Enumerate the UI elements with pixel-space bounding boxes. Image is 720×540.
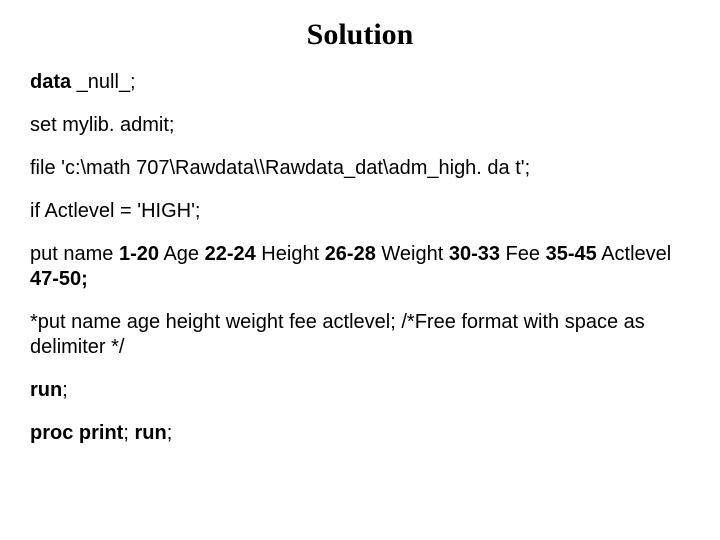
keyword-run: run [30,379,62,401]
code-line-file: file 'c:\math 707\Rawdata\\Rawdata_dat\a… [30,156,690,181]
text-semicolon-2: ; [123,422,134,444]
code-line-comment: *put name age height weight fee actlevel… [30,310,690,360]
put-col-6: 47-50; [30,268,88,290]
put-text-3: Height [256,243,325,265]
put-text-5: Fee [500,243,546,265]
text-semicolon-3: ; [167,422,173,444]
slide: Solution data _null_; set mylib. admit; … [0,0,720,540]
put-col-3: 26-28 [325,243,376,265]
keyword-proc-print: proc print [30,422,123,444]
code-line-proc: proc print; run; [30,421,690,446]
code-line-data: data _null_; [30,70,690,95]
put-text-1: put name [30,243,119,265]
text-semicolon-1: ; [62,379,68,401]
put-col-1: 1-20 [119,243,159,265]
code-line-put: put name 1-20 Age 22-24 Height 26-28 Wei… [30,242,690,292]
put-text-2: Age [159,243,205,265]
code-line-set: set mylib. admit; [30,113,690,138]
code-line-if: if Actlevel = 'HIGH'; [30,199,690,224]
put-text-4: Weight [376,243,449,265]
text-null: _null_; [71,71,136,93]
code-line-run: run; [30,378,690,403]
put-col-2: 22-24 [205,243,256,265]
put-text-6: Actlevel [597,243,671,265]
slide-title: Solution [30,18,690,52]
keyword-run-2: run [134,422,166,444]
put-col-5: 35-45 [546,243,597,265]
put-col-4: 30-33 [449,243,500,265]
keyword-data: data [30,71,71,93]
